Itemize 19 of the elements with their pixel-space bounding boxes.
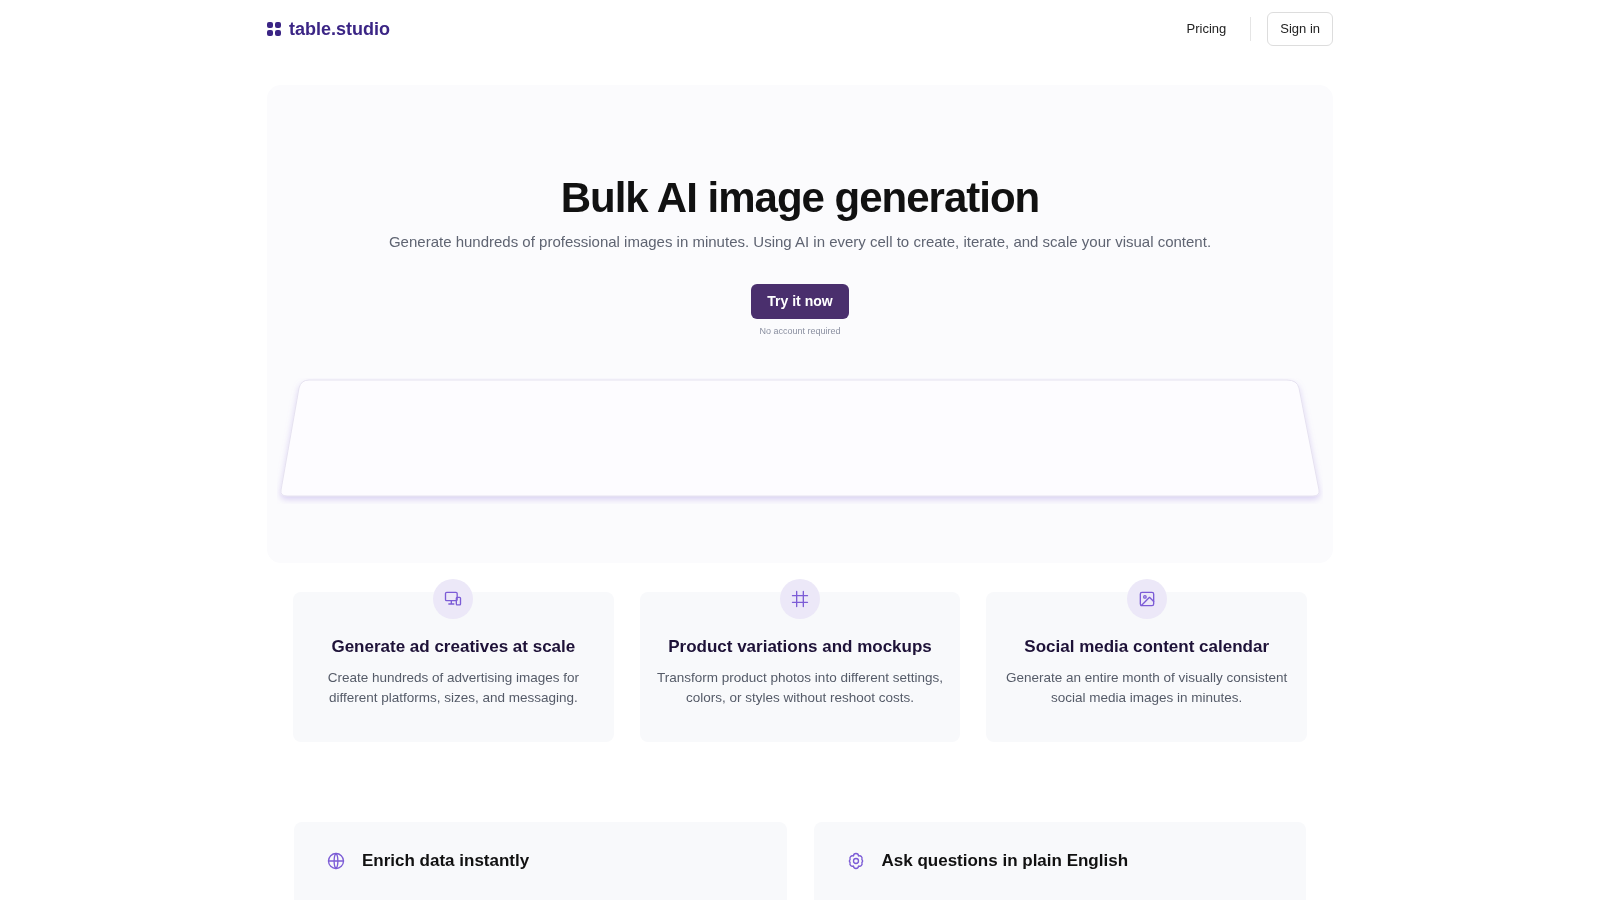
try-it-now-button[interactable]: Try it now — [751, 283, 849, 319]
sign-in-button[interactable]: Sign in — [1267, 12, 1333, 46]
card-description: Create hundreds of advertising images for different platforms, sizes, and messaging. — [326, 668, 581, 707]
nav-link[interactable]: Pricing — [1178, 15, 1235, 43]
feature-title: Ask questions in plain English — [881, 850, 1129, 872]
globe-icon — [326, 850, 346, 871]
grid-logo-icon — [267, 22, 281, 36]
card-title: Generate ad creatives at scale — [330, 636, 577, 658]
hero-title: Bulk AI image generation — [559, 173, 1041, 223]
card-title: Product variations and mockups — [667, 636, 933, 658]
hero-subtitle: Generate hundreds of professional images in minutes. Using AI in every cell to create, iterate, and scale your visual content. — [387, 232, 1213, 253]
card-description: Generate an entire month of visually consistent social media images in minutes. — [1004, 668, 1289, 707]
card-title: Social media content calendar — [1023, 636, 1271, 658]
monitor-phone-icon — [443, 589, 464, 609]
hash-icon — [790, 589, 810, 609]
feature-title: Enrich data instantly — [362, 850, 530, 872]
logo-text[interactable]: table.studio — [289, 15, 390, 43]
card-description: Transform product photos into different settings, colors, or styles without reshoot costs. — [656, 668, 944, 707]
hero-note: No account required — [758, 324, 842, 338]
